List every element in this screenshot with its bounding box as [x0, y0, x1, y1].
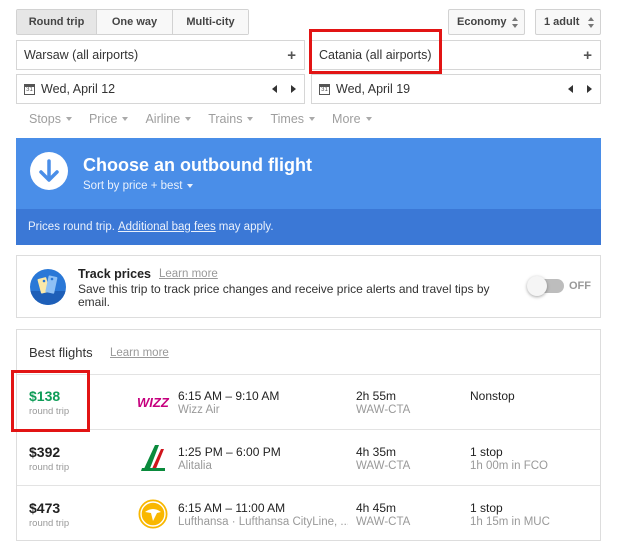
- flight-airline: Lufthansa · Lufthansa CityLine, ...: [178, 516, 348, 528]
- filter-bar: Stops Price Airline Trains Times More: [29, 112, 389, 126]
- calendar-icon: 31: [24, 83, 35, 95]
- previous-day-icon[interactable]: [568, 85, 573, 93]
- cabin-select-label: Economy: [457, 16, 507, 28]
- passengers-select[interactable]: 1 adult: [535, 9, 601, 35]
- track-prices-card: Track prices Learn more Save this trip t…: [16, 255, 601, 318]
- depart-date-field[interactable]: 31 Wed, April 12: [16, 74, 305, 104]
- add-destination-plus-icon[interactable]: +: [583, 47, 592, 64]
- bag-fees-link[interactable]: Additional bag fees: [118, 221, 216, 233]
- flight-airline: Wizz Air: [178, 404, 220, 416]
- flight-layover: 1h 00m in FCO: [470, 460, 548, 472]
- outbound-banner: Choose an outbound flight Sort by price …: [16, 138, 601, 245]
- flight-price: $473: [29, 500, 61, 516]
- best-flights-header: Best flights Learn more: [17, 330, 600, 375]
- toggle-state-label: OFF: [569, 280, 591, 292]
- select-arrows-icon: [588, 17, 594, 28]
- add-origin-plus-icon[interactable]: +: [287, 47, 296, 64]
- best-flights-card: Best flights Learn more $138 round trip …: [16, 329, 601, 541]
- caret-down-icon: [365, 117, 372, 121]
- next-day-icon[interactable]: [587, 85, 592, 93]
- calendar-icon: 31: [319, 83, 330, 95]
- alitalia-logo-icon: [135, 441, 171, 475]
- cabin-select[interactable]: Economy: [448, 9, 525, 35]
- destination-value: Catania (all airports): [319, 48, 432, 62]
- flight-times: 6:15 AM – 11:00 AM: [178, 501, 286, 515]
- price-tag-icon: [30, 269, 66, 305]
- price-note: Prices round trip. Additional bag fees m…: [16, 209, 601, 245]
- flight-route: WAW-CTA: [356, 516, 411, 528]
- flight-route: WAW-CTA: [356, 460, 411, 472]
- trip-round-trip-button[interactable]: Round trip: [17, 10, 97, 34]
- flight-price: $138: [29, 388, 61, 404]
- flight-duration: 4h 35m: [356, 445, 397, 459]
- filter-airline[interactable]: Airline: [145, 112, 192, 126]
- filter-stops[interactable]: Stops: [29, 112, 72, 126]
- return-date-value: Wed, April 19: [336, 82, 411, 96]
- destination-field[interactable]: Catania (all airports) +: [311, 40, 601, 70]
- wizz-air-logo-icon: WIZZ: [135, 385, 171, 419]
- flight-stops: Nonstop: [470, 389, 515, 403]
- flight-stops: 1 stop: [470, 445, 503, 459]
- origin-field[interactable]: Warsaw (all airports) +: [16, 40, 305, 70]
- flight-duration: 4h 45m: [356, 501, 397, 515]
- banner-title: Choose an outbound flight: [83, 155, 312, 175]
- next-day-icon[interactable]: [291, 85, 296, 93]
- flight-route: WAW-CTA: [356, 404, 411, 416]
- depart-date-value: Wed, April 12: [41, 82, 116, 96]
- caret-down-icon: [309, 117, 316, 121]
- track-prices-description: Save this trip to track price changes an…: [78, 282, 490, 309]
- return-date-field[interactable]: 31 Wed, April 19: [311, 74, 601, 104]
- trip-type-group: Round trip One way Multi-city: [16, 9, 249, 35]
- filter-price[interactable]: Price: [89, 112, 129, 126]
- passengers-select-label: 1 adult: [544, 16, 580, 28]
- flight-times: 6:15 AM – 9:10 AM: [178, 389, 280, 403]
- track-prices-title: Track prices: [78, 267, 151, 281]
- sort-dropdown[interactable]: Sort by price + best: [83, 180, 194, 192]
- flight-price-sub: round trip: [29, 462, 70, 473]
- flight-duration: 2h 55m: [356, 389, 397, 403]
- flight-price: $392: [29, 444, 61, 460]
- caret-down-icon: [185, 117, 192, 121]
- select-arrows-icon: [512, 17, 518, 28]
- flight-airline: Alitalia: [178, 460, 212, 472]
- svg-text:WIZZ: WIZZ: [137, 395, 170, 410]
- flight-row[interactable]: $473 round trip 6:15 AM – 11:00 AM Lufth…: [17, 487, 600, 542]
- trip-multi-city-button[interactable]: Multi-city: [173, 10, 248, 34]
- best-learn-more-link[interactable]: Learn more: [110, 347, 169, 359]
- filter-trains[interactable]: Trains: [208, 112, 254, 126]
- caret-down-icon: [247, 117, 254, 121]
- filter-more[interactable]: More: [332, 112, 372, 126]
- origin-value: Warsaw (all airports): [24, 48, 139, 62]
- track-learn-more-link[interactable]: Learn more: [159, 268, 218, 280]
- filter-times[interactable]: Times: [270, 112, 316, 126]
- flight-stops: 1 stop: [470, 501, 503, 515]
- flight-row[interactable]: $138 round trip WIZZ 6:15 AM – 9:10 AM W…: [17, 375, 600, 430]
- trip-one-way-button[interactable]: One way: [97, 10, 173, 34]
- flight-price-sub: round trip: [29, 518, 70, 529]
- best-flights-title: Best flights: [29, 345, 93, 360]
- lufthansa-logo-icon: [135, 497, 171, 531]
- flight-row[interactable]: $392 round trip 1:25 PM – 6:00 PM Alital…: [17, 431, 600, 486]
- flight-times: 1:25 PM – 6:00 PM: [178, 445, 281, 459]
- toggle-knob: [527, 276, 547, 296]
- flight-layover: 1h 15m in MUC: [470, 516, 550, 528]
- caret-down-icon: [187, 184, 194, 188]
- caret-down-icon: [65, 117, 72, 121]
- caret-down-icon: [122, 117, 129, 121]
- previous-day-icon[interactable]: [272, 85, 277, 93]
- track-prices-toggle[interactable]: [527, 276, 564, 296]
- arrow-down-icon: [30, 152, 68, 190]
- flight-price-sub: round trip: [29, 406, 70, 417]
